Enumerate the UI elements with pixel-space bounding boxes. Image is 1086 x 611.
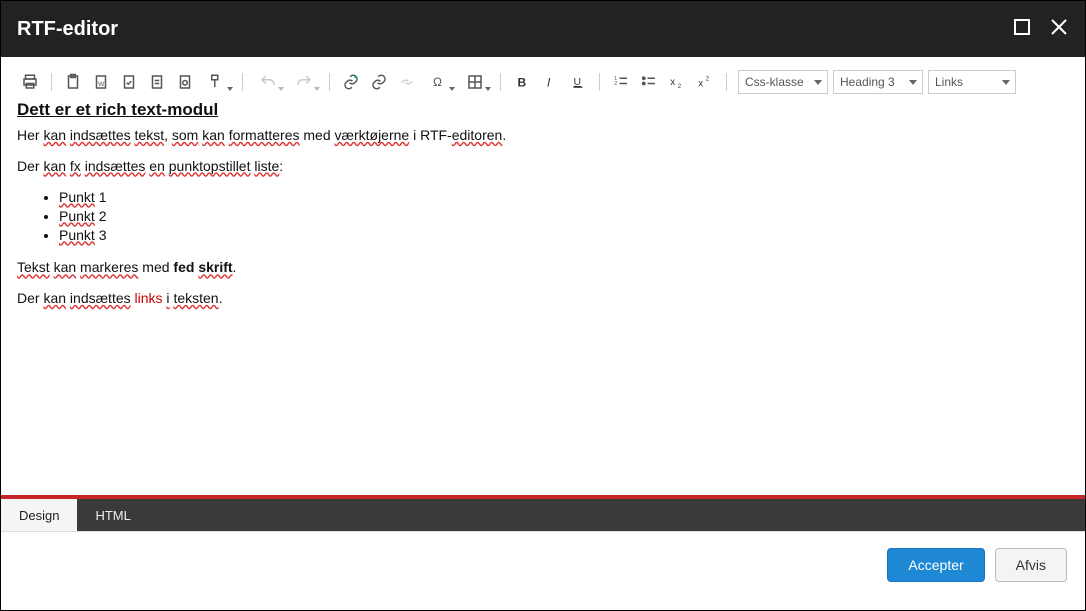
paste-checked-icon[interactable] [116,70,142,94]
subscript-icon[interactable]: x2 [664,70,690,94]
window-title: RTF-editor [17,18,118,41]
tab-design[interactable]: Design [1,499,77,531]
svg-text:I: I [547,76,551,90]
superscript-icon[interactable]: x2 [692,70,718,94]
toolbar-separator [242,73,243,91]
format-painter-icon[interactable] [200,70,234,94]
toolbar-separator [329,73,330,91]
reject-button[interactable]: Afvis [995,548,1067,582]
titlebar: RTF-editor [1,1,1085,57]
accept-button[interactable]: Accepter [887,548,984,582]
italic-icon[interactable]: I [537,70,563,94]
window-controls [1013,17,1069,42]
list-item: Punkt 1 [59,188,1069,207]
print-icon[interactable] [17,70,43,94]
omega-symbol-icon[interactable]: Ω [422,70,456,94]
link-icon[interactable] [366,70,392,94]
content-paragraph: Der kan fx indsættes en punktopstillet l… [17,157,1069,176]
svg-text:Ω: Ω [433,75,442,89]
list-item: Punkt 3 [59,226,1069,245]
unlink-icon[interactable] [394,70,420,94]
toolbar-separator [726,73,727,91]
paste-html-icon[interactable] [172,70,198,94]
content-paragraph: Her kan indsættes tekst, som kan formatt… [17,126,1069,145]
underline-icon[interactable]: U [565,70,591,94]
redo-icon[interactable] [287,70,321,94]
toolbar-separator [599,73,600,91]
links-select[interactable]: Links [928,70,1016,94]
svg-text:B: B [518,76,527,90]
close-icon[interactable] [1049,17,1069,42]
bold-icon[interactable]: B [509,70,535,94]
links-select-label: Links [935,75,963,89]
ordered-list-icon[interactable]: 12 [608,70,634,94]
link-add-icon[interactable] [338,70,364,94]
content-link[interactable]: links [135,290,163,306]
svg-text:2: 2 [678,84,682,90]
content-heading: Dett er et rich text-modul [17,99,1069,122]
css-class-select-label: Css-klasse [745,75,804,89]
tab-html[interactable]: HTML [77,499,148,531]
css-class-select[interactable]: Css-klasse [738,70,828,94]
toolbar-separator [500,73,501,91]
editor-area: W [1,57,1085,493]
toolbar-separator [51,73,52,91]
heading-select-label: Heading 3 [840,75,895,89]
content-paragraph: Tekst kan markeres med fed skrift. [17,258,1069,277]
paste-word-icon[interactable]: W [88,70,114,94]
list-item: Punkt 2 [59,207,1069,226]
editor-content[interactable]: Dett er et rich text-modul Her kan indsæ… [15,99,1071,479]
svg-text:x: x [698,79,703,90]
undo-icon[interactable] [251,70,285,94]
table-icon[interactable] [458,70,492,94]
svg-text:x: x [670,77,675,88]
svg-text:W: W [98,81,105,88]
maximize-icon[interactable] [1013,18,1031,41]
svg-text:2: 2 [706,77,710,83]
paste-plain-icon[interactable] [144,70,170,94]
bullet-list: Punkt 1 Punkt 2 Punkt 3 [59,188,1069,245]
svg-text:U: U [574,76,582,88]
heading-select[interactable]: Heading 3 [833,70,923,94]
unordered-list-icon[interactable] [636,70,662,94]
svg-text:2: 2 [614,81,617,87]
toolbar: W [15,71,1071,99]
tabstrip: Design HTML [1,499,1085,531]
content-paragraph: Der kan indsættes links i teksten. [17,289,1069,308]
dialog-button-bar: Accepter Afvis [1,531,1085,598]
paste-icon[interactable] [60,70,86,94]
